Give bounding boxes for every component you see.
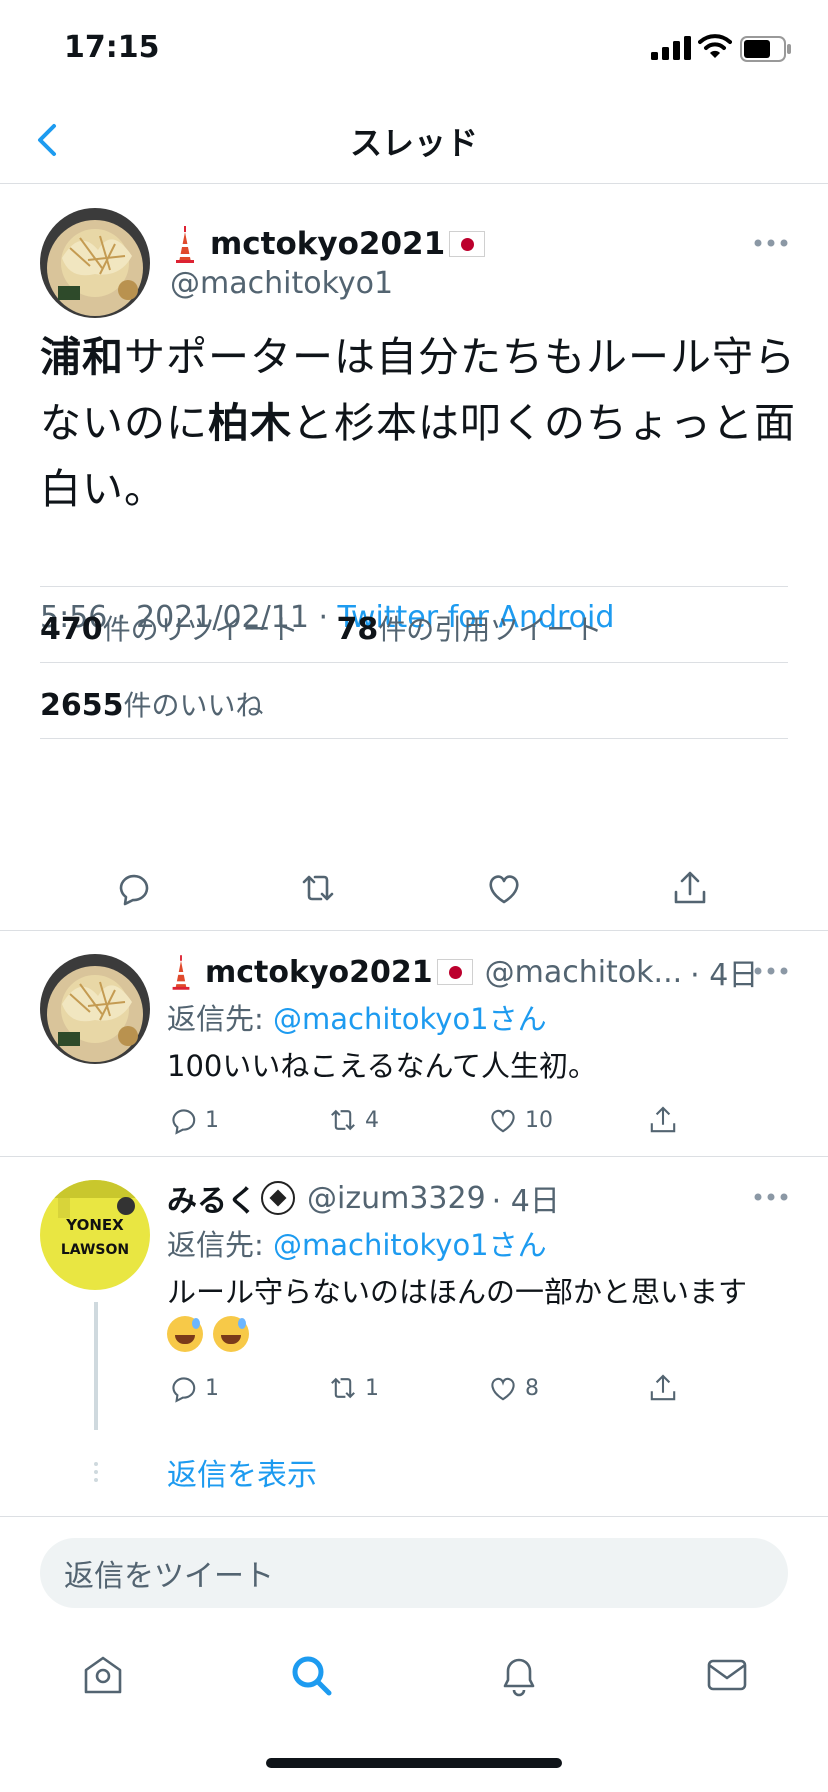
reply-text: 100いいねこえるなんて人生初。 — [167, 1049, 598, 1083]
soccer-ball-icon — [261, 1181, 295, 1215]
reply-count: 1 — [205, 1107, 219, 1133]
reply-tweet[interactable]: mctokyo2021 @machitok... · 4日 返信先: @mach… — [0, 930, 828, 1156]
share-icon — [650, 1106, 676, 1133]
nav-bar: スレッド — [0, 100, 828, 184]
reply-to-handle[interactable]: @machitokyo1さん — [273, 1228, 547, 1262]
more-options-icon[interactable] — [754, 1192, 788, 1202]
retweet-button[interactable]: 4 — [327, 1104, 379, 1136]
quotes-count: 78 — [336, 612, 379, 647]
reply-to-label: 返信先: — [167, 1002, 273, 1036]
avatar-text: YONEX — [65, 1216, 124, 1234]
messages-envelope-icon[interactable] — [704, 1652, 750, 1698]
retweet-count: 1 — [365, 1375, 379, 1401]
cellular-signal-icon — [651, 36, 691, 60]
status-time: 17:15 — [64, 30, 160, 65]
retweet-icon — [331, 1109, 355, 1131]
share-icon[interactable] — [670, 868, 710, 908]
reply-author-row: みるく @izum3329 · 4日 — [167, 1176, 560, 1220]
likes-count: 2655 — [40, 688, 124, 723]
quotes-label: 件の引用ツイート — [378, 613, 603, 646]
like-count: 8 — [525, 1375, 539, 1401]
sweat-smile-emoji-icon — [213, 1316, 249, 1352]
reply-to: 返信先: @machitokyo1さん — [167, 996, 547, 1038]
reply-to: 返信先: @machitokyo1さん — [167, 1222, 547, 1264]
reply-text-content: ルール守らないのはほんの一部かと思います — [167, 1275, 748, 1309]
reply-icon[interactable] — [113, 868, 153, 908]
reply-to-label: 返信先: — [167, 1228, 273, 1262]
reply-handle[interactable]: @izum3329 — [307, 1181, 486, 1216]
reply-icon — [172, 1109, 196, 1135]
reply-to-handle[interactable]: @machitokyo1さん — [273, 1002, 547, 1036]
share-icon — [650, 1374, 676, 1401]
avatar[interactable]: YONEX LAWSON — [40, 1180, 150, 1290]
reply-age: · 4日 — [491, 1184, 560, 1219]
reply-button[interactable]: 1 — [167, 1372, 219, 1404]
show-replies-link[interactable]: 返信を表示 — [167, 1450, 317, 1494]
more-options-icon[interactable] — [754, 966, 788, 976]
reply-tweet[interactable]: YONEX LAWSON みるく @izum3329 · 4日 返信先: @ma… — [0, 1156, 828, 1516]
tweet-action-bar — [0, 860, 828, 930]
avatar-text: LAWSON — [61, 1242, 129, 1258]
wifi-icon — [698, 34, 732, 58]
battery-icon — [740, 36, 791, 62]
likes-stats[interactable]: 2655件のいいね — [40, 684, 264, 724]
author-handle[interactable]: @machitokyo1 — [170, 266, 393, 301]
like-icon[interactable] — [484, 868, 524, 908]
retweets-label: 件のリツイート — [102, 613, 299, 646]
reply-compose-input[interactable]: 返信をツイート — [40, 1538, 788, 1608]
tab-bar — [0, 1640, 828, 1720]
like-button[interactable]: 10 — [487, 1104, 553, 1136]
search-icon[interactable] — [288, 1652, 334, 1698]
like-icon — [491, 1377, 515, 1401]
thread-line — [94, 1302, 98, 1430]
retweet-count: 4 — [365, 1107, 379, 1133]
retweets-count: 470 — [40, 612, 103, 647]
retweet-stats[interactable]: 470件のリツイート 78件の引用ツイート — [40, 608, 602, 648]
avatar[interactable] — [40, 954, 150, 1064]
like-icon — [491, 1109, 515, 1133]
sweat-smile-emoji-icon — [167, 1316, 203, 1352]
tweet-text-bold: 浦和 — [40, 333, 124, 381]
like-count: 10 — [525, 1107, 553, 1133]
reply-count: 1 — [205, 1375, 219, 1401]
notifications-bell-icon[interactable] — [496, 1652, 542, 1698]
japan-flag-icon — [449, 231, 486, 257]
japan-flag-icon — [436, 959, 473, 985]
retweet-icon[interactable] — [298, 868, 338, 908]
reply-age: · 4日 — [690, 958, 759, 993]
page-title: スレッド — [349, 124, 478, 162]
avatar[interactable] — [40, 208, 150, 318]
home-icon[interactable] — [80, 1652, 126, 1698]
tweet-text-bold: 柏木 — [208, 399, 292, 447]
display-name[interactable]: みるく — [167, 1176, 257, 1220]
divider — [40, 586, 788, 587]
divider — [0, 1516, 828, 1517]
home-indicator[interactable] — [266, 1758, 562, 1768]
divider — [40, 738, 788, 739]
like-button[interactable]: 8 — [487, 1372, 539, 1404]
share-button[interactable] — [647, 1372, 685, 1404]
divider — [40, 662, 788, 663]
reply-action-bar: 1 4 10 — [167, 1104, 687, 1144]
display-name[interactable]: mctokyo2021 — [205, 955, 433, 990]
reply-author-row: mctokyo2021 @machitok... · 4日 — [167, 950, 758, 994]
retweet-icon — [331, 1377, 355, 1399]
reply-icon — [172, 1377, 196, 1403]
compose-placeholder: 返信をツイート — [64, 1559, 274, 1594]
reply-action-bar: 1 1 8 — [167, 1372, 687, 1412]
author-name[interactable]: mctokyo2021 — [170, 224, 486, 264]
retweet-button[interactable]: 1 — [327, 1372, 379, 1404]
likes-label: 件のいいね — [123, 689, 264, 722]
more-options-icon[interactable] — [754, 238, 788, 248]
status-bar: 17:15 — [0, 0, 828, 100]
reply-handle[interactable]: @machitok... — [485, 955, 683, 990]
tweet-text: 浦和サポーターは自分たちもルール守らないのに柏木と杉本は叩くのちょっと面白い。 — [40, 324, 800, 522]
display-name: mctokyo2021 — [210, 226, 446, 262]
tokyo-tower-icon — [172, 955, 190, 990]
share-button[interactable] — [647, 1104, 685, 1136]
thread-dots — [91, 1462, 101, 1486]
reply-button[interactable]: 1 — [167, 1104, 219, 1136]
reply-text: ルール守らないのはほんの一部かと思います — [167, 1272, 787, 1352]
tokyo-tower-icon — [176, 226, 194, 263]
